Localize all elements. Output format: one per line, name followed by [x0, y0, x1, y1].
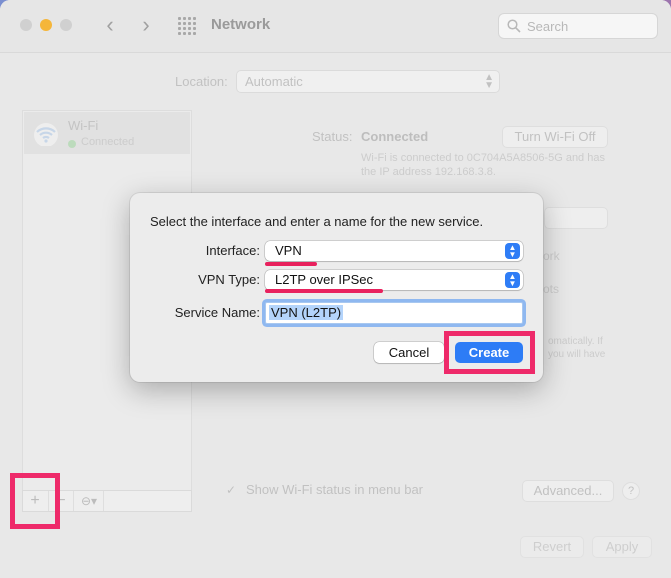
annotation-underline-vpn-type — [265, 289, 383, 293]
interface-popup[interactable]: VPN ▲ ▼ — [265, 241, 523, 261]
cancel-button[interactable]: Cancel — [374, 342, 444, 363]
zoom-window-button[interactable] — [60, 19, 72, 31]
interface-value: VPN — [275, 243, 302, 258]
popup-stepper-icon: ▲ ▼ — [505, 243, 520, 259]
service-name-input[interactable]: VPN (L2TP) — [265, 302, 523, 324]
popup-stepper-icon: ▲ ▼ — [505, 272, 520, 288]
vpn-type-value: L2TP over IPSec — [275, 272, 374, 287]
annotation-box-create — [444, 331, 535, 374]
dialog-message: Select the interface and enter a name fo… — [150, 214, 484, 229]
search-placeholder: Search — [527, 19, 569, 34]
window-title: Network — [211, 16, 271, 33]
minimize-window-button[interactable] — [40, 19, 52, 31]
annotation-underline-interface — [265, 262, 317, 266]
vpn-type-popup[interactable]: L2TP over IPSec ▲ ▼ — [265, 270, 523, 290]
annotation-box-add — [10, 473, 60, 529]
service-name-label: Service Name: — [174, 305, 260, 320]
close-window-button[interactable] — [20, 19, 32, 31]
search-icon — [507, 19, 521, 33]
interface-label: Interface: — [205, 243, 260, 258]
back-chevron-icon[interactable]: ‹ — [100, 12, 120, 38]
service-name-value: VPN (L2TP) — [269, 305, 344, 320]
search-field[interactable]: Search — [498, 13, 658, 39]
show-all-grid-icon[interactable] — [178, 17, 196, 35]
forward-chevron-icon[interactable]: › — [136, 12, 156, 38]
vpn-type-label: VPN Type: — [198, 272, 260, 287]
title-bar: ‹ › Network Search — [0, 0, 671, 53]
